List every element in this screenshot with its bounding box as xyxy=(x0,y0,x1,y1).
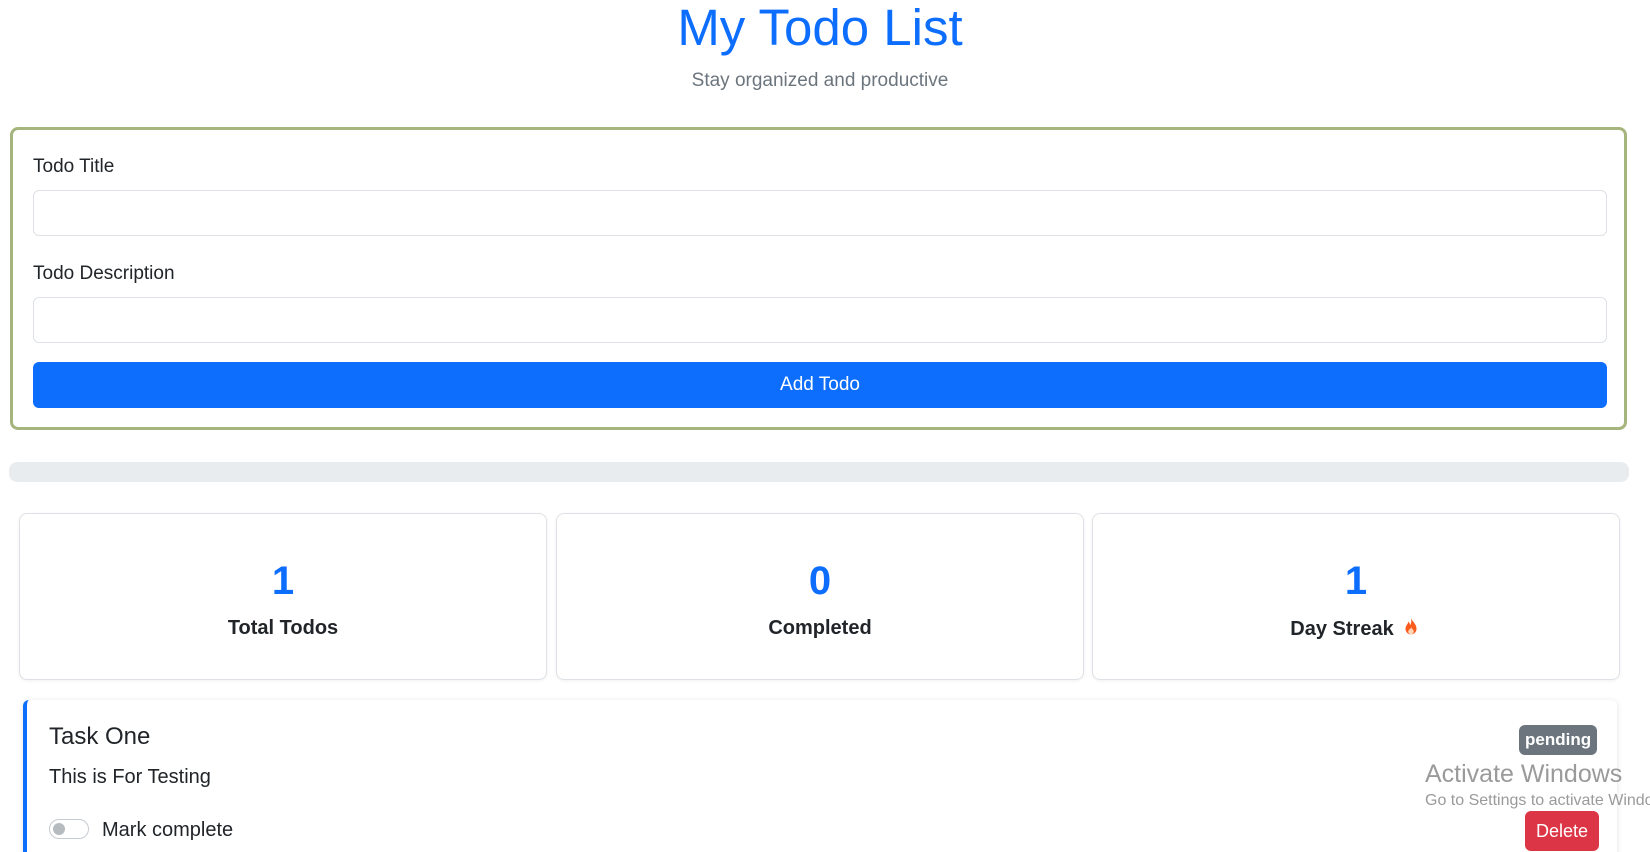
add-todo-form: Todo Title Todo Description Add Todo xyxy=(10,127,1627,430)
stat-card-completed: 0 Completed xyxy=(556,513,1084,680)
todo-item-description: This is For Testing xyxy=(49,766,211,788)
todo-description-label: Todo Description xyxy=(33,263,175,284)
todo-title-label: Todo Title xyxy=(33,156,115,177)
day-streak-count: 1 xyxy=(1344,559,1368,603)
stat-card-total: 1 Total Todos xyxy=(19,513,547,680)
todo-item-title: Task One xyxy=(49,723,151,750)
status-badge: pending xyxy=(1519,725,1598,755)
todo-item: Task One This is For Testing pending Mar… xyxy=(23,700,1617,852)
mark-complete-toggle[interactable] xyxy=(49,819,89,839)
page-title: My Todo List xyxy=(677,0,963,56)
mark-complete-label[interactable]: Mark complete xyxy=(102,817,233,843)
todo-description-input[interactable] xyxy=(33,297,1607,343)
todo-app: My Todo List Stay organized and producti… xyxy=(0,0,1650,852)
fire-icon xyxy=(1405,617,1417,635)
completed-count: 0 xyxy=(808,559,832,603)
completion-progress-bar xyxy=(9,462,1629,482)
toggle-knob xyxy=(53,823,65,835)
page-subtitle: Stay organized and productive xyxy=(691,70,949,91)
completed-label: Completed xyxy=(768,617,872,639)
add-todo-button[interactable]: Add Todo xyxy=(33,362,1607,408)
todo-title-input[interactable] xyxy=(33,190,1607,236)
total-todos-label: Total Todos xyxy=(227,617,339,639)
day-streak-label-row: Day Streak xyxy=(1093,616,1619,641)
total-todos-count: 1 xyxy=(271,559,295,603)
stat-card-streak: 1 Day Streak xyxy=(1092,513,1620,680)
delete-todo-button[interactable]: Delete xyxy=(1525,811,1599,851)
day-streak-label: Day Streak xyxy=(1290,618,1394,640)
